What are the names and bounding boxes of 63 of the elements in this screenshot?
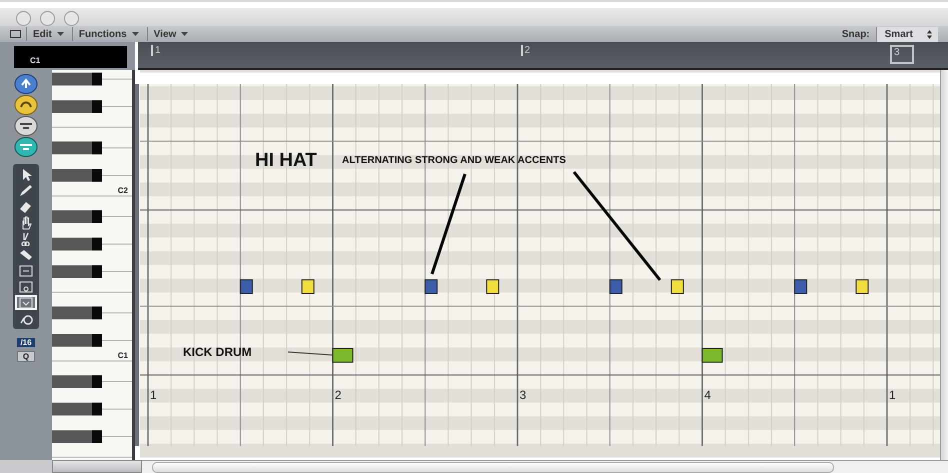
sharp-key[interactable]: [52, 265, 102, 278]
note[interactable]: [702, 348, 723, 363]
eraser-icon: [18, 200, 34, 214]
sharp-key[interactable]: [52, 334, 102, 347]
sharp-key[interactable]: [52, 100, 102, 113]
sharp-key[interactable]: [52, 142, 102, 154]
leader-line: [288, 352, 332, 356]
pitch-display: C1: [14, 46, 127, 68]
note[interactable]: [332, 348, 354, 363]
sharp-key[interactable]: [52, 210, 102, 223]
octave-label: C1: [118, 351, 128, 360]
sharp-key[interactable]: [52, 375, 102, 388]
note[interactable]: [670, 279, 684, 294]
sharp-key[interactable]: [52, 430, 102, 443]
sharp-key[interactable]: [52, 72, 102, 86]
menu-button[interactable]: View: [146, 27, 194, 41]
menu-button[interactable]: Edit: [26, 27, 70, 41]
sharp-key[interactable]: [52, 238, 102, 250]
note[interactable]: [240, 279, 253, 294]
zoom-control[interactable]: [52, 460, 142, 473]
out-icon[interactable]: [14, 137, 38, 157]
note[interactable]: [856, 279, 869, 294]
quantize-button[interactable]: Q: [16, 351, 36, 362]
caret-icon: [181, 32, 188, 36]
mute-icon: [18, 280, 34, 294]
snap-dropdown[interactable]: Smart: [876, 26, 938, 42]
annotation-label: KICK DRUM: [183, 345, 252, 359]
beat-number: 1: [889, 388, 896, 402]
note[interactable]: [609, 279, 622, 294]
sharp-key[interactable]: [52, 169, 102, 182]
beat-number: 4: [704, 388, 711, 402]
note[interactable]: [486, 279, 500, 294]
octave-label: C2: [118, 186, 128, 195]
pencil-icon: [18, 184, 34, 198]
automation-icon: [18, 296, 34, 310]
updown-icon: [927, 30, 932, 38]
horizontal-scrollbar[interactable]: [142, 460, 948, 473]
bar-number: 2: [520, 45, 532, 56]
beat-number: 2: [334, 388, 342, 402]
solo-icon: [18, 264, 34, 278]
sharp-key[interactable]: [52, 306, 102, 320]
bar-number: 3: [890, 45, 914, 64]
glue-icon: [18, 248, 34, 262]
beat-number: 1: [150, 388, 157, 402]
catch-icon[interactable]: [14, 74, 38, 94]
window-icon[interactable]: [10, 30, 21, 38]
bar-ruler[interactable]: 1 2 3: [138, 42, 948, 70]
beat-number: 3: [520, 388, 526, 402]
annotation-title: HI HAT: [255, 150, 317, 171]
bar-number: 1: [151, 45, 163, 56]
note[interactable]: [794, 279, 808, 294]
quantize-value[interactable]: /16: [17, 338, 35, 347]
caret-icon: [132, 32, 139, 36]
caret-icon: [56, 32, 64, 36]
note[interactable]: [301, 279, 314, 294]
in-icon[interactable]: [14, 116, 38, 136]
snap-label: Snap:: [842, 28, 871, 40]
sharp-key[interactable]: [52, 402, 102, 416]
menu-button[interactable]: Functions: [72, 27, 145, 41]
vertical-scrollbar[interactable]: [940, 70, 948, 460]
note[interactable]: [424, 279, 438, 294]
tool-button[interactable]: [15, 295, 37, 310]
link-icon[interactable]: [14, 95, 38, 115]
